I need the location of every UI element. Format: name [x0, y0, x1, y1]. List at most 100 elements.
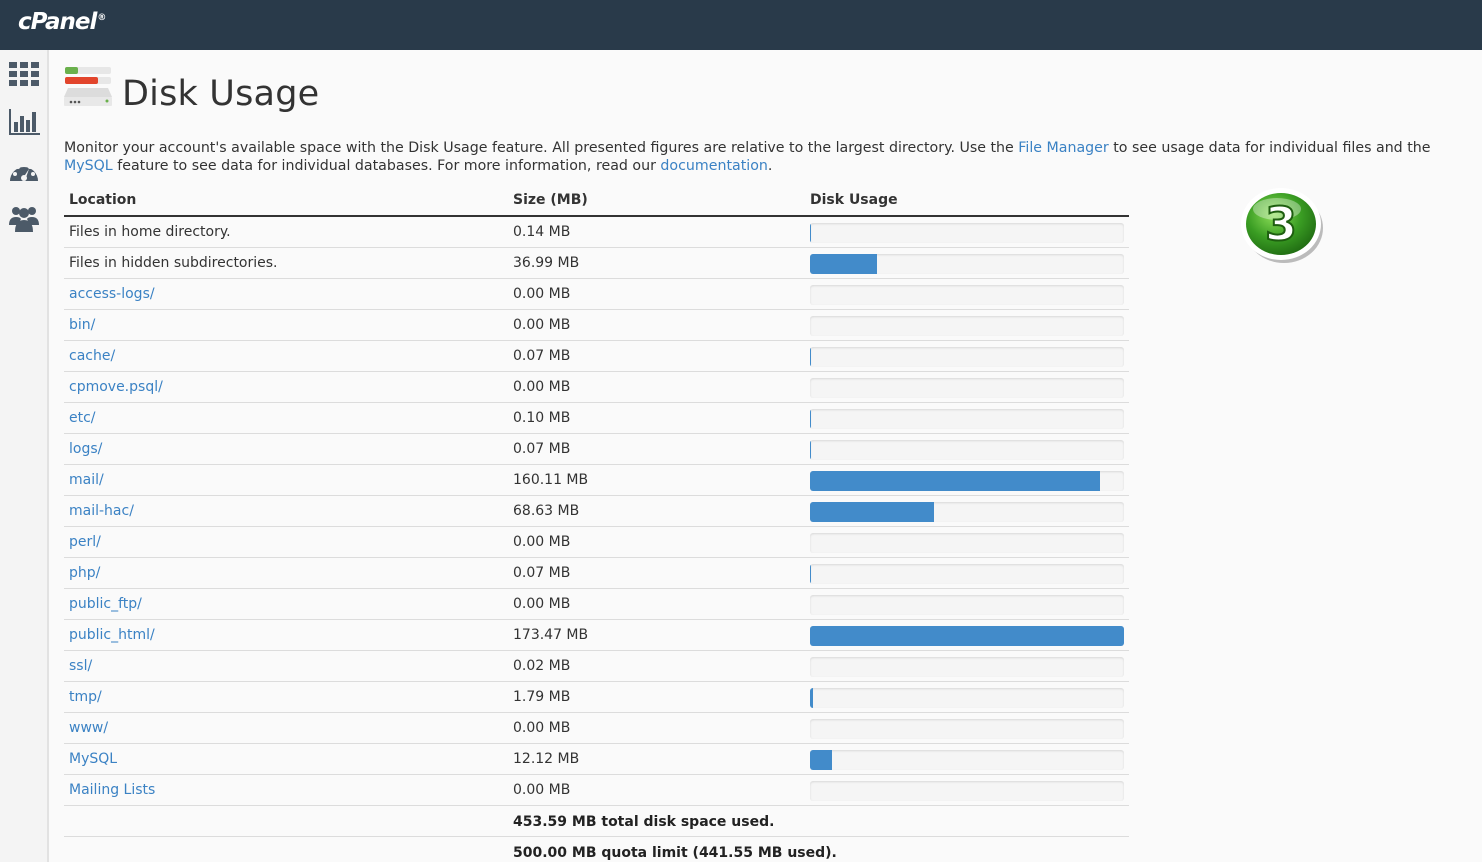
grid-icon[interactable]: [8, 60, 40, 90]
quota-row: 500.00 MB quota limit (441.55 MB used).: [64, 837, 1129, 862]
table-row: bin/0.00 MB: [64, 310, 1129, 341]
usage-bar: [810, 502, 1124, 522]
table-row: logs/0.07 MB: [64, 434, 1129, 465]
number-3-badge-icon: 3: [1241, 188, 1323, 263]
documentation-link[interactable]: documentation: [660, 158, 767, 174]
usage-bar: [810, 316, 1124, 336]
table-body: Files in home directory. 0.14 MB Files in …: [64, 217, 1129, 806]
usage-bar-fill: [810, 626, 1124, 646]
disk-usage-table: Location Size (MB) Disk Usage Files in h…: [64, 185, 1129, 862]
table-row: ssl/0.02 MB: [64, 651, 1129, 682]
location-link[interactable]: public_html/: [69, 627, 155, 643]
location-link[interactable]: mail-hac/: [69, 503, 134, 519]
quota-text: 500.00 MB quota limit (441.55 MB used).: [513, 845, 837, 861]
usage-bar: [810, 750, 1124, 770]
usage-bar: [810, 254, 1124, 274]
file-manager-link[interactable]: File Manager: [1018, 140, 1108, 156]
location-link[interactable]: mail/: [69, 472, 104, 488]
location-label: Files in hidden subdirectories.: [69, 255, 278, 271]
table-row: php/0.07 MB: [64, 558, 1129, 589]
location-link[interactable]: Mailing Lists: [69, 782, 155, 798]
location-link[interactable]: perl/: [69, 534, 101, 550]
size-value: 173.47 MB: [513, 627, 589, 643]
usage-bar-fill: [810, 750, 832, 770]
total-text: 453.59 MB total disk space used.: [513, 814, 775, 830]
usage-bar: [810, 626, 1124, 646]
size-value: 0.00 MB: [513, 379, 571, 395]
usage-bar: [810, 688, 1124, 708]
table-row: access-logs/0.00 MB: [64, 279, 1129, 310]
column-header-size[interactable]: Size (MB): [513, 192, 588, 208]
table-row: www/0.00 MB: [64, 713, 1129, 744]
size-value: 0.07 MB: [513, 441, 571, 457]
table-row: Files in hidden subdirectories. 36.99 MB: [64, 248, 1129, 279]
cpanel-logo[interactable]: cPanel®: [18, 9, 106, 35]
disk-usage-icon: [64, 67, 112, 106]
table-row: public_ftp/0.00 MB: [64, 589, 1129, 620]
usage-bar-fill: [810, 254, 877, 274]
top-bar: cPanel®: [0, 0, 1482, 50]
location-link[interactable]: bin/: [69, 317, 95, 333]
size-value: 0.00 MB: [513, 534, 571, 550]
mysql-link[interactable]: MySQL: [64, 158, 113, 174]
badge-number: 3: [1265, 197, 1297, 251]
location-link[interactable]: public_ftp/: [69, 596, 142, 612]
location-link[interactable]: php/: [69, 565, 100, 581]
location-link[interactable]: etc/: [69, 410, 96, 426]
size-value: 160.11 MB: [513, 472, 589, 488]
usage-bar: [810, 719, 1124, 739]
table-row: Mailing Lists 0.00 MB: [64, 775, 1129, 806]
size-value: 0.00 MB: [513, 782, 571, 798]
size-value: 12.12 MB: [513, 751, 580, 767]
usage-bar: [810, 564, 1124, 584]
size-value: 1.79 MB: [513, 689, 571, 705]
table-row: etc/0.10 MB: [64, 403, 1129, 434]
location-link[interactable]: tmp/: [69, 689, 102, 705]
usage-bar: [810, 595, 1124, 615]
size-value: 0.14 MB: [513, 224, 571, 240]
size-value: 0.07 MB: [513, 565, 571, 581]
table-row: cpmove.psql/0.00 MB: [64, 372, 1129, 403]
bar-chart-icon[interactable]: [8, 108, 40, 138]
usage-bar: [810, 440, 1124, 460]
size-value: 0.00 MB: [513, 317, 571, 333]
total-row: 453.59 MB total disk space used.: [64, 806, 1129, 837]
table-row: Files in home directory. 0.14 MB: [64, 217, 1129, 248]
table-row: MySQL 12.12 MB: [64, 744, 1129, 775]
location-link[interactable]: logs/: [69, 441, 102, 457]
size-value: 0.00 MB: [513, 596, 571, 612]
table-row: perl/0.00 MB: [64, 527, 1129, 558]
usage-bar: [810, 378, 1124, 398]
page-description: Monitor your account's available space w…: [64, 140, 1431, 174]
location-link[interactable]: www/: [69, 720, 108, 736]
usage-bar-fill: [810, 688, 814, 708]
usage-bar: [810, 347, 1124, 367]
page-title: Disk Usage: [122, 74, 320, 114]
table-header: Location Size (MB) Disk Usage: [64, 185, 1129, 217]
location-link[interactable]: MySQL: [69, 751, 117, 767]
column-header-usage[interactable]: Disk Usage: [810, 192, 898, 208]
table-row: cache/0.07 MB: [64, 341, 1129, 372]
size-value: 36.99 MB: [513, 255, 580, 271]
usage-bar-fill: [810, 502, 935, 522]
usage-bar-fill: [810, 471, 1100, 491]
size-value: 0.00 MB: [513, 286, 571, 302]
size-value: 68.63 MB: [513, 503, 580, 519]
table-row: public_html/173.47 MB: [64, 620, 1129, 651]
location-link[interactable]: cache/: [69, 348, 115, 364]
sidebar: [0, 50, 49, 862]
dashboard-gauge-icon[interactable]: [8, 157, 40, 187]
usage-bar: [810, 533, 1124, 553]
usage-bar: [810, 471, 1124, 491]
usage-bar: [810, 657, 1124, 677]
users-icon[interactable]: [8, 203, 40, 233]
column-header-location[interactable]: Location: [69, 192, 136, 208]
usage-bar: [810, 781, 1124, 801]
size-value: 0.07 MB: [513, 348, 571, 364]
location-label: Files in home directory.: [69, 224, 231, 240]
location-link[interactable]: ssl/: [69, 658, 92, 674]
table-row: mail/160.11 MB: [64, 465, 1129, 496]
location-link[interactable]: access-logs/: [69, 286, 155, 302]
location-link[interactable]: cpmove.psql/: [69, 379, 163, 395]
usage-bar: [810, 223, 1124, 243]
